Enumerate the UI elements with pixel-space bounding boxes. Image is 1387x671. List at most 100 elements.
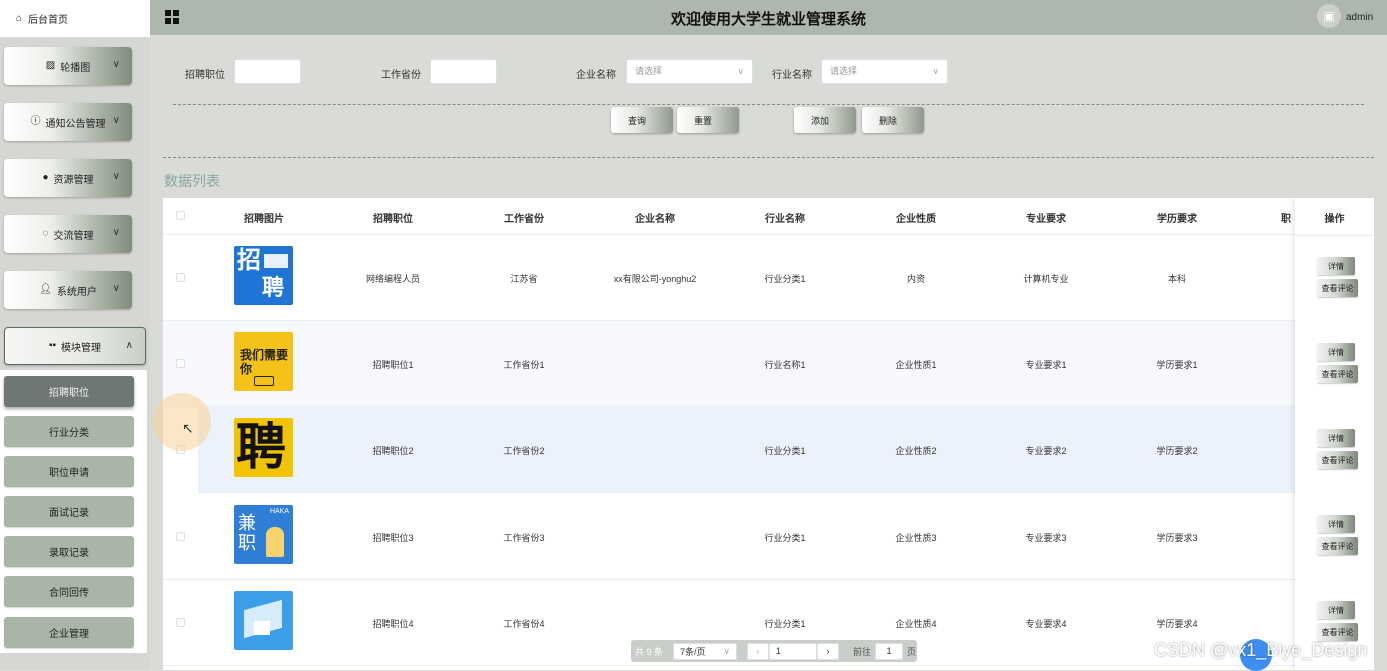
submenu-item-industry[interactable]: 行业分类 — [4, 416, 134, 447]
sidebar-menu-users[interactable]: 👤︎ 系统用户 ∨ — [4, 271, 132, 309]
view-comments-button[interactable]: 查看评论 — [1317, 623, 1358, 641]
job-image: 我们需要你 — [234, 332, 293, 391]
cell-industry: 行业名称1 — [764, 360, 806, 370]
chevron-down-icon: ∨ — [112, 283, 120, 294]
app-title: 欢迎使用大学生就业管理系统 — [670, 11, 866, 28]
sidebar-menu-label: 系统用户 — [56, 286, 97, 298]
grid-icon: ▪▪ — [48, 340, 57, 351]
delete-button[interactable]: 删除 — [862, 107, 924, 133]
table-row[interactable]: 我们需要你 招聘职位1 工作省份1 行业名称1 企业性质1 专业要求1 学历要求… — [163, 321, 1374, 407]
detail-button[interactable]: 详情 — [1317, 257, 1355, 275]
submenu-item-companies[interactable]: 企业管理 — [4, 617, 134, 648]
cell-province: 工作省份3 — [503, 533, 545, 543]
detail-button[interactable]: 详情 — [1317, 601, 1355, 619]
chevron-down-icon: ∨ — [112, 59, 120, 70]
detail-button[interactable]: 详情 — [1317, 429, 1355, 447]
cell-province: 工作省份1 — [503, 360, 545, 370]
industry-filter-label: 行业名称 — [772, 70, 812, 81]
submenu-item-interviews[interactable]: 面试记录 — [4, 496, 134, 527]
thumb-text: 聘 — [262, 275, 285, 300]
sidebar-menu-resources[interactable]: ● 资源管理 ∨ — [4, 159, 132, 197]
detail-button[interactable]: 详情 — [1317, 343, 1355, 361]
query-button[interactable]: 查询 — [611, 107, 673, 133]
sidebar-menu-notices[interactable]: ⓘ 通知公告管理 ∨ — [4, 103, 132, 141]
thumb-text: 我们需要你 — [240, 348, 289, 376]
sidebar-menu-label: 轮播图 — [60, 62, 91, 74]
divider — [173, 104, 1364, 105]
sidebar-home-label: 后台首页 — [28, 15, 69, 26]
cell-position: 招聘职位2 — [372, 446, 414, 456]
next-page-button[interactable]: › — [817, 642, 840, 660]
chevron-up-icon: ∧ — [125, 340, 133, 351]
cell-position: 网络编程人员 — [365, 274, 420, 284]
sidebar-menu-label: 资源管理 — [53, 174, 94, 186]
position-filter-input[interactable] — [234, 59, 301, 84]
sidebar-menu-carousel[interactable]: ▨ 轮播图 ∨ — [4, 47, 132, 85]
col-header-image: 招聘图片 — [244, 214, 284, 225]
sidebar-menu-modules[interactable]: ▪▪ 模块管理 ∧ — [4, 327, 146, 365]
cell-nature: 企业性质2 — [895, 446, 937, 456]
col-header-actions: 操作 — [1324, 214, 1345, 225]
view-comments-button[interactable]: 查看评论 — [1317, 451, 1358, 469]
industry-filter-select[interactable]: 请选择 ∨ — [821, 59, 948, 84]
chat-bubble-icon: ◌ — [42, 228, 49, 239]
detail-button[interactable]: 详情 — [1317, 515, 1355, 533]
view-comments-button[interactable]: 查看评论 — [1317, 365, 1358, 383]
cell-major: 计算机专业 — [1023, 274, 1069, 284]
submenu-item-applications[interactable]: 职位申请 — [4, 456, 134, 487]
cell-industry: 行业分类1 — [764, 274, 806, 284]
home-icon: ⌂ — [16, 12, 23, 24]
select-all-checkbox[interactable] — [176, 211, 185, 220]
goto-label: 前往 — [853, 646, 872, 657]
chevron-down-icon: ∨ — [723, 645, 731, 656]
location-pin-icon: ● — [42, 172, 49, 183]
add-button[interactable]: 添加 — [794, 107, 856, 133]
page-size-select[interactable]: 7条/页 ∨ — [673, 642, 738, 660]
col-header-industry: 行业名称 — [765, 214, 805, 225]
table-header: 招聘图片 招聘职位 工作省份 企业名称 行业名称 企业性质 专业要求 学历要求 … — [163, 198, 1374, 235]
table-row[interactable]: 聘 招聘职位2 工作省份2 行业分类1 企业性质2 专业要求2 学历要求2 — [176, 407, 1374, 493]
cell-education: 学历要求2 — [1156, 446, 1198, 456]
row-checkbox[interactable] — [176, 273, 185, 282]
cell-nature: 企业性质3 — [895, 533, 937, 543]
reset-button[interactable]: 重置 — [677, 107, 739, 133]
cell-nature: 内资 — [906, 274, 925, 284]
goto-page-input[interactable]: 1 — [875, 642, 904, 660]
divider — [163, 157, 1374, 158]
sidebar-menu-label: 通知公告管理 — [45, 118, 106, 130]
view-comments-button[interactable]: 查看评论 — [1317, 279, 1358, 297]
cell-position: 招聘职位3 — [372, 533, 414, 543]
mouse-cursor-icon: ↖ — [182, 420, 194, 436]
thumb-text: 招 — [237, 247, 261, 274]
user-name[interactable]: admin — [1346, 12, 1373, 23]
table-row[interactable]: HAKA 兼职 招聘职位3 工作省份3 行业分类1 企业性质3 专业要求3 学历… — [163, 494, 1374, 580]
cell-education: 本科 — [1167, 274, 1186, 284]
table-row[interactable]: 招 聘 网络编程人员 江苏省 xx有限公司-yonghu2 行业分类1 内资 计… — [163, 235, 1374, 321]
submenu-item-job-positions[interactable]: 招聘职位 — [4, 376, 134, 407]
view-comments-button[interactable]: 查看评论 — [1317, 537, 1358, 555]
province-filter-input[interactable] — [430, 59, 497, 84]
pager-total: 共 9 条 — [635, 646, 664, 657]
job-image: 聘 — [234, 418, 293, 477]
sidebar-item-home[interactable]: ⌂ 后台首页 — [0, 0, 150, 37]
company-filter-select[interactable]: 请选择 ∨ — [626, 59, 753, 84]
company-filter-label: 企业名称 — [576, 70, 616, 81]
job-image: 招 聘 — [234, 246, 293, 305]
col-header-position: 招聘职位 — [373, 214, 413, 225]
avatar[interactable]: ▣ — [1317, 4, 1341, 28]
row-checkbox[interactable] — [176, 618, 185, 627]
row-checkbox[interactable] — [176, 359, 185, 368]
user-icon: 👤︎ — [39, 284, 52, 295]
cell-industry: 行业分类1 — [764, 533, 806, 543]
prev-page-button[interactable]: ‹ — [747, 642, 770, 660]
current-page[interactable]: 1 — [769, 642, 818, 660]
submenu-item-admissions[interactable]: 录取记录 — [4, 536, 134, 567]
top-bar: 欢迎使用大学生就业管理系统 ▣ admin — [150, 0, 1387, 35]
cell-major: 专业要求1 — [1025, 360, 1067, 370]
sidebar: ⌂ 后台首页 ▨ 轮播图 ∨ ⓘ 通知公告管理 ∨ ● 资源管理 ∨ ◌ 交流管… — [0, 0, 150, 670]
col-header-nature: 企业性质 — [896, 214, 936, 225]
row-checkbox[interactable] — [176, 532, 185, 541]
sidebar-menu-exchange[interactable]: ◌ 交流管理 ∨ — [4, 215, 132, 253]
module-submenu: 招聘职位 行业分类 职位申请 面试记录 录取记录 合同回传 企业管理 — [0, 370, 147, 653]
submenu-item-contracts[interactable]: 合同回传 — [4, 576, 134, 607]
